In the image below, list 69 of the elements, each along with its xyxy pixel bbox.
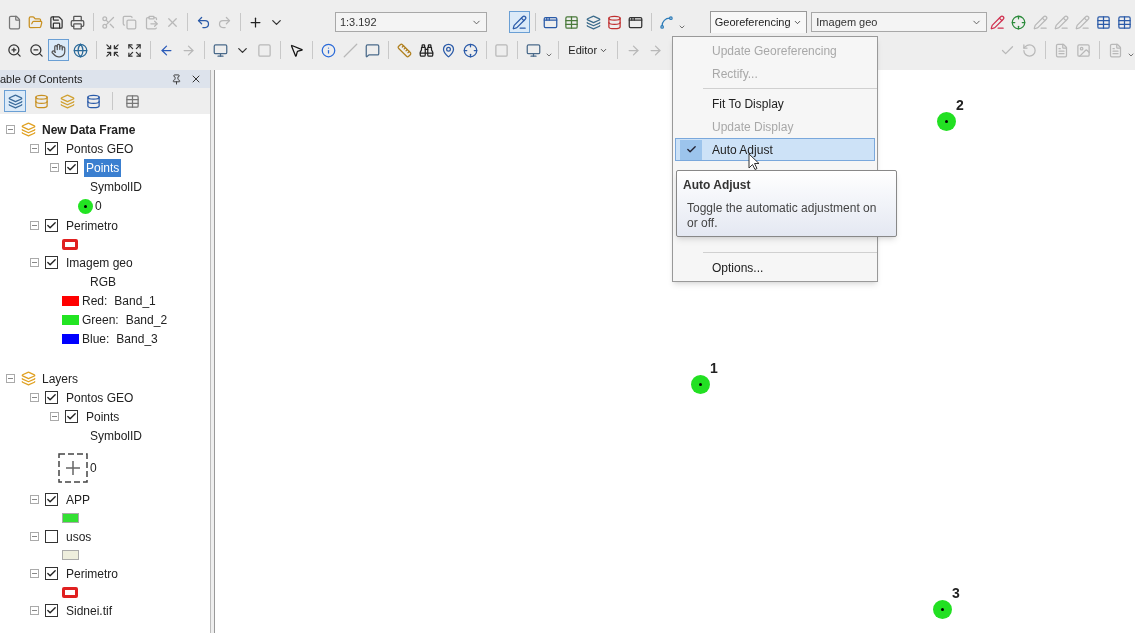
collapse-icon[interactable] [30,393,39,402]
layer-name[interactable]: Points [84,407,122,426]
layer-checkbox[interactable] [45,567,58,580]
layer-checkbox[interactable] [45,219,58,232]
collapse-icon[interactable] [30,606,39,615]
data-frame-icon [21,371,36,386]
band-name: Band_2 [125,311,168,329]
point-label: 2 [956,98,964,112]
layer-checkbox[interactable] [45,604,58,617]
layer-checkbox[interactable] [45,530,58,543]
layer-checkbox[interactable] [45,142,58,155]
collapse-icon[interactable] [30,569,39,578]
layer-name[interactable]: APP [64,490,92,509]
menu-item[interactable]: Auto Adjust [675,138,875,161]
menu-item[interactable]: Fit To Display [675,92,875,115]
layer-name[interactable]: Pontos GEO [64,139,136,158]
data-frame-icon [21,122,36,137]
legend-label: 0 [95,198,102,215]
pin-icon[interactable] [171,73,182,85]
collapse-icon[interactable] [6,374,15,383]
control-point-icon[interactable] [937,112,956,131]
control-point-icon[interactable] [691,375,710,394]
layer-name[interactable]: usos [64,527,94,546]
layer-name[interactable]: Sidnei.tif [64,601,115,620]
collapse-icon[interactable] [30,495,39,504]
layer-combo[interactable]: Imagem geo [811,12,987,32]
legend-label: 0 [90,459,97,477]
band-label: Red: [82,292,108,310]
point-label: 3 [952,586,960,600]
collapse-icon[interactable] [30,221,39,230]
georeferencing-menu[interactable]: Georeferencing [709,11,807,33]
collapse-icon[interactable] [6,125,15,134]
band-name: Band_3 [116,330,158,348]
collapse-icon[interactable] [50,412,59,421]
panel-title: able Of Contents [0,71,83,87]
menu-item[interactable]: Options... [675,256,875,279]
caret-icon [792,18,802,27]
collapse-icon[interactable] [30,258,39,267]
pan-icon[interactable] [47,39,70,61]
scale-combo[interactable]: 1:3.192 [334,12,488,32]
control-point-icon[interactable] [933,600,952,619]
crosshair-marker-icon [58,452,88,483]
tooltip-text: Toggle the automatic adjustment on or off. [686,201,878,231]
editor-menu[interactable]: Editor [564,40,613,60]
layer-name[interactable]: Perimetro [64,216,120,235]
layer-name[interactable]: Perimetro [64,564,120,583]
layer-checkbox[interactable] [45,256,58,269]
layer-name[interactable]: Points [84,158,122,177]
legend-heading: RGB [90,273,116,291]
band-label: Green: [82,311,119,329]
band-name: Band_1 [114,292,156,310]
collapse-icon[interactable] [30,532,39,541]
collapse-icon[interactable] [50,163,59,172]
layer-checkbox[interactable] [45,493,58,506]
close-icon[interactable] [190,73,202,85]
layer-checkbox[interactable] [45,391,58,404]
layer-name[interactable]: Pontos GEO [64,388,136,407]
legend-heading: SymbolID [90,178,142,196]
band-label: Blue: [82,330,110,348]
data-frame-name[interactable]: New Data Frame [42,120,136,139]
tooltip-title: Auto Adjust [683,177,752,194]
layer-checkbox[interactable] [65,410,78,423]
point-label: 1 [710,361,718,375]
legend-heading: SymbolID [90,427,142,445]
layer-name[interactable]: Imagem geo [64,253,135,272]
collapse-icon[interactable] [30,144,39,153]
data-frame-name[interactable]: Layers [42,369,79,388]
layer-checkbox[interactable] [65,161,78,174]
editor-toolbar-icon[interactable] [509,11,530,33]
